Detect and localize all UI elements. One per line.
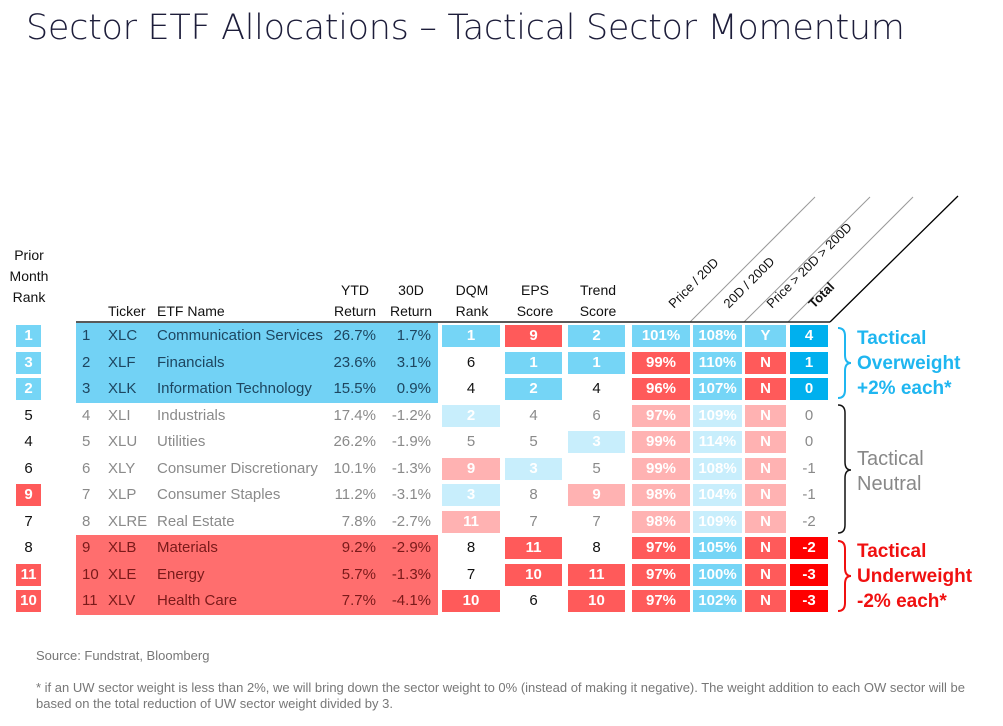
footnote: * if an UW sector weight is less than 2%… [36,680,965,711]
overweight-line: Tactical [857,328,927,349]
neutral-bracket [837,404,852,534]
overweight-line: +2% each* [857,378,952,399]
group-brackets [837,327,852,612]
overweight-bracket [837,327,852,399]
neutral-line: Tactical [857,448,924,470]
page: Sector ETF Allocations – Tactical Sector… [0,0,1003,726]
overweight-line: Overweight [857,353,961,374]
source-note: Source: Fundstrat, Bloomberg [36,648,210,663]
underweight-line: Underweight [857,566,973,587]
underweight-bracket [837,540,852,612]
underweight-line: Tactical [857,541,927,562]
overweight-label: Tactical Overweight +2% each* [857,326,960,401]
underweight-line: -2% each* [857,591,947,612]
neutral-line: Neutral [857,473,922,495]
underweight-label: Tactical Underweight -2% each* [857,539,972,614]
neutral-label: Tactical Neutral [857,447,924,497]
